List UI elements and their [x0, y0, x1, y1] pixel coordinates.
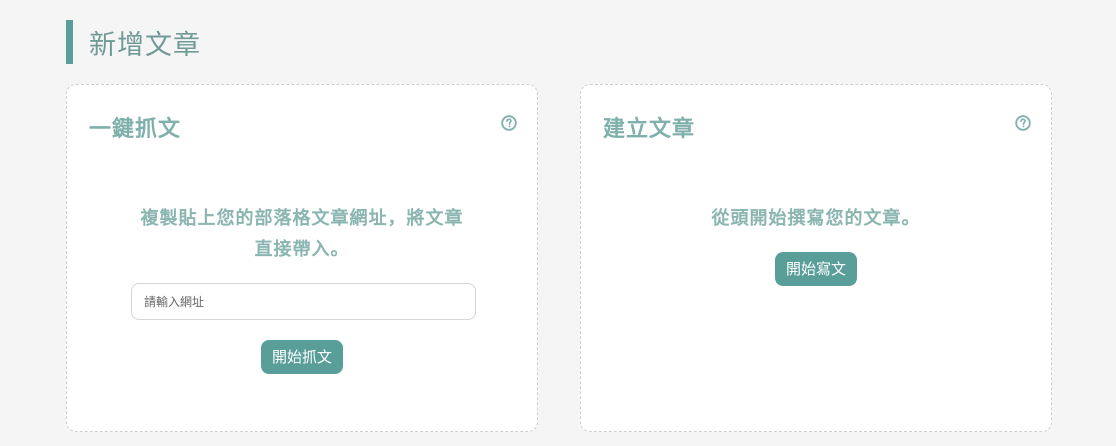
new-article-page: 新增文章 一鍵抓文 複製貼上您的部落格文章網址，將文章直接帶入。 開始抓文 建立…	[0, 0, 1116, 446]
import-article-card: 一鍵抓文 複製貼上您的部落格文章網址，將文章直接帶入。 開始抓文	[66, 84, 538, 432]
create-card-description: 從頭開始撰寫您的文章。	[711, 208, 921, 229]
import-card-title: 一鍵抓文	[89, 117, 182, 142]
import-card-description: 複製貼上您的部落格文章網址，將文章直接帶入。	[140, 208, 464, 260]
page-header: 新增文章	[66, 20, 201, 64]
page-title: 新增文章	[89, 29, 201, 61]
create-card-title: 建立文章	[603, 117, 696, 142]
start-writing-button[interactable]: 開始寫文	[775, 252, 858, 286]
question-circle-icon[interactable]	[1015, 115, 1031, 131]
start-import-button[interactable]: 開始抓文	[261, 340, 344, 374]
header-accent-bar	[66, 20, 73, 64]
create-article-card: 建立文章 從頭開始撰寫您的文章。 開始寫文	[580, 84, 1052, 432]
url-input[interactable]	[131, 283, 476, 320]
question-circle-icon[interactable]	[501, 115, 517, 131]
